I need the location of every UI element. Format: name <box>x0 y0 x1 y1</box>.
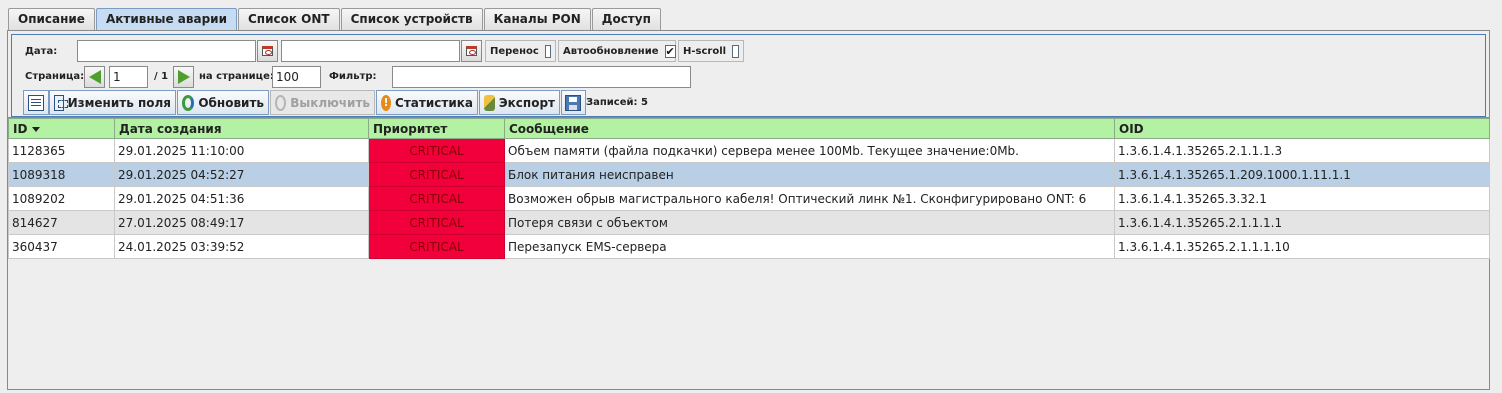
autoupdate-label: Автообновление <box>563 45 659 57</box>
info-icon: ! <box>381 94 392 111</box>
export-label: Экспорт <box>498 95 555 110</box>
wrap-label: Перенос <box>490 45 539 57</box>
cell-priority: CRITICAL <box>368 210 505 235</box>
next-page-button[interactable] <box>173 66 194 88</box>
column-header-id[interactable]: ID <box>8 118 115 139</box>
wrap-checkbox[interactable]: Перенос <box>485 40 556 62</box>
per-page-label: на странице: <box>199 71 274 82</box>
hscroll-check[interactable] <box>732 44 739 58</box>
cell-message: Блок питания неисправен <box>504 162 1115 187</box>
autoupdate-check[interactable]: ✔ <box>664 44 676 58</box>
date-to-input[interactable] <box>281 40 460 62</box>
cell-created: 29.01.2025 04:52:27 <box>114 162 369 187</box>
table-row[interactable]: 1089202 29.01.2025 04:51:36 CRITICAL Воз… <box>8 186 1490 211</box>
arrow-right-icon <box>177 70 190 84</box>
filter-label: Фильтр: <box>329 71 377 82</box>
calendar-icon <box>262 46 273 56</box>
cell-created: 29.01.2025 11:10:00 <box>114 138 369 163</box>
column-header-oid[interactable]: OID <box>1114 118 1490 139</box>
disable-label: Выключить <box>290 95 370 110</box>
cell-oid: 1.3.6.1.4.1.35265.2.1.1.1.3 <box>1114 138 1490 163</box>
cell-id: 1089202 <box>8 186 115 211</box>
statistics-button[interactable]: ! Статистика <box>376 90 478 115</box>
records-count: Записей: 5 <box>586 97 648 108</box>
cell-oid: 1.3.6.1.4.1.35265.2.1.1.1.1 <box>1114 210 1490 235</box>
cell-id: 1089318 <box>8 162 115 187</box>
table-row[interactable]: 1089318 29.01.2025 04:52:27 CRITICAL Бло… <box>8 162 1490 187</box>
column-header-created[interactable]: Дата создания <box>114 118 369 139</box>
tab-access[interactable]: Доступ <box>591 8 661 30</box>
fields-icon <box>54 94 68 111</box>
date-from-calendar-button[interactable] <box>257 40 278 62</box>
tab-active-alarms[interactable]: Активные аварии <box>95 8 237 30</box>
column-header-id-label: ID <box>13 121 28 136</box>
autoupdate-checkbox[interactable]: Автообновление ✔ <box>558 40 676 62</box>
tab-pon-channels[interactable]: Каналы PON <box>483 8 591 30</box>
tab-bar: Описание Активные аварии Список ONT Спис… <box>8 8 662 30</box>
prev-page-button[interactable] <box>84 66 105 88</box>
cell-priority: CRITICAL <box>368 234 505 259</box>
export-icon <box>484 94 495 111</box>
table-header-row: ID Дата создания Приоритет Сообщение OID <box>8 118 1490 139</box>
hscroll-checkbox[interactable]: H-scroll <box>678 40 744 62</box>
refresh-button[interactable]: Обновить <box>177 90 269 115</box>
cell-created: 29.01.2025 04:51:36 <box>114 186 369 211</box>
date-from-input[interactable] <box>77 40 256 62</box>
wrap-check[interactable] <box>544 44 551 58</box>
alarms-table-container: ID Дата создания Приоритет Сообщение OID… <box>8 117 1490 389</box>
columns-list-button[interactable] <box>23 90 49 115</box>
cell-created: 27.01.2025 08:49:17 <box>114 210 369 235</box>
cell-priority: CRITICAL <box>368 138 505 163</box>
hscroll-label: H-scroll <box>683 45 727 57</box>
cell-message: Перезапуск EMS-сервера <box>504 234 1115 259</box>
calendar-icon <box>466 46 477 56</box>
change-fields-label: Изменить поля <box>67 95 171 110</box>
arrow-left-icon <box>88 70 101 84</box>
cell-id: 1128365 <box>8 138 115 163</box>
statistics-label: Статистика <box>395 95 473 110</box>
cell-id: 814627 <box>8 210 115 235</box>
tab-description[interactable]: Описание <box>8 8 95 30</box>
cell-message: Возможен обрыв магистрального кабеля! Оп… <box>504 186 1115 211</box>
per-page-input[interactable]: 100 <box>272 66 321 88</box>
change-fields-button[interactable]: Изменить поля <box>49 90 176 115</box>
column-header-priority[interactable]: Приоритет <box>368 118 505 139</box>
alarms-table: ID Дата создания Приоритет Сообщение OID… <box>8 118 1490 259</box>
cell-oid: 1.3.6.1.4.1.35265.1.209.1000.1.11.1.1 <box>1114 162 1490 187</box>
sort-desc-icon <box>32 126 41 132</box>
page-total: / 1 <box>154 71 169 82</box>
refresh-icon <box>182 94 195 111</box>
power-icon <box>275 94 287 111</box>
cell-id: 360437 <box>8 234 115 259</box>
disable-button[interactable]: Выключить <box>270 90 375 115</box>
cell-oid: 1.3.6.1.4.1.35265.2.1.1.1.10 <box>1114 234 1490 259</box>
save-icon <box>565 94 581 111</box>
page-label: Страница: <box>25 71 85 82</box>
cell-created: 24.01.2025 03:39:52 <box>114 234 369 259</box>
save-button[interactable] <box>561 90 586 115</box>
page-input[interactable]: 1 <box>109 66 148 88</box>
alarms-panel: Дата: Перенос Автообновление ✔ H-scroll … <box>7 30 1490 390</box>
cell-message: Потеря связи с объектом <box>504 210 1115 235</box>
cell-oid: 1.3.6.1.4.1.35265.3.32.1 <box>1114 186 1490 211</box>
column-header-message[interactable]: Сообщение <box>504 118 1115 139</box>
cell-message: Объем памяти (файла подкачки) сервера ме… <box>504 138 1115 163</box>
list-icon <box>28 94 44 111</box>
filter-toolbar: Дата: Перенос Автообновление ✔ H-scroll … <box>11 34 1486 117</box>
filter-input[interactable] <box>392 66 691 88</box>
tab-ont-list[interactable]: Список ONT <box>238 8 340 30</box>
export-button[interactable]: Экспорт <box>479 90 560 115</box>
table-row[interactable]: 1128365 29.01.2025 11:10:00 CRITICAL Объ… <box>8 138 1490 163</box>
cell-priority: CRITICAL <box>368 162 505 187</box>
cell-priority: CRITICAL <box>368 186 505 211</box>
table-row[interactable]: 360437 24.01.2025 03:39:52 CRITICAL Пере… <box>8 234 1490 259</box>
table-row[interactable]: 814627 27.01.2025 08:49:17 CRITICAL Поте… <box>8 210 1490 235</box>
date-to-calendar-button[interactable] <box>461 40 482 62</box>
refresh-label: Обновить <box>198 95 264 110</box>
date-label: Дата: <box>25 46 58 57</box>
tab-device-list[interactable]: Список устройств <box>340 8 483 30</box>
